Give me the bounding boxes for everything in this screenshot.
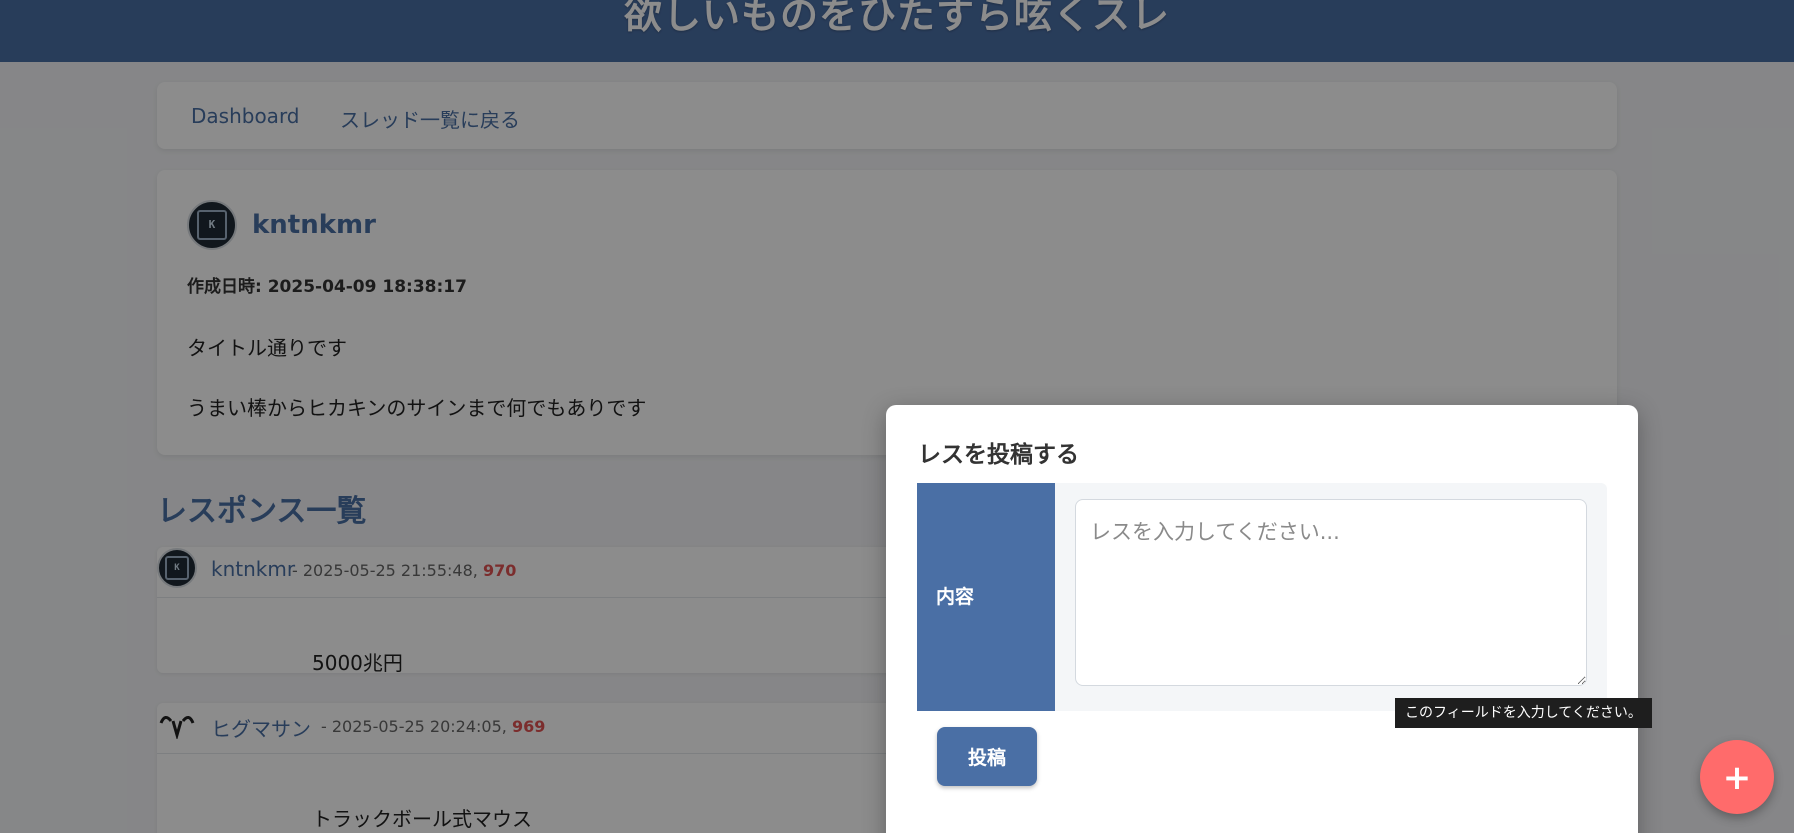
submit-button[interactable]: 投稿 xyxy=(937,727,1037,786)
modal-title: レスを投稿する xyxy=(918,442,1079,468)
content-label: 内容 xyxy=(917,483,1055,711)
add-response-button[interactable]: + xyxy=(1700,740,1774,814)
content-textarea[interactable] xyxy=(1075,499,1587,686)
post-response-modal: レスを投稿する 内容 このフィールドを入力してください。 投稿 xyxy=(886,405,1652,833)
content-form-row: 内容 xyxy=(917,483,1607,711)
validation-tooltip: このフィールドを入力してください。 xyxy=(1395,698,1652,728)
page: 欲しいものをひたすら呟くスレ Dashboard スレッド一覧に戻る K knt… xyxy=(0,0,1794,833)
